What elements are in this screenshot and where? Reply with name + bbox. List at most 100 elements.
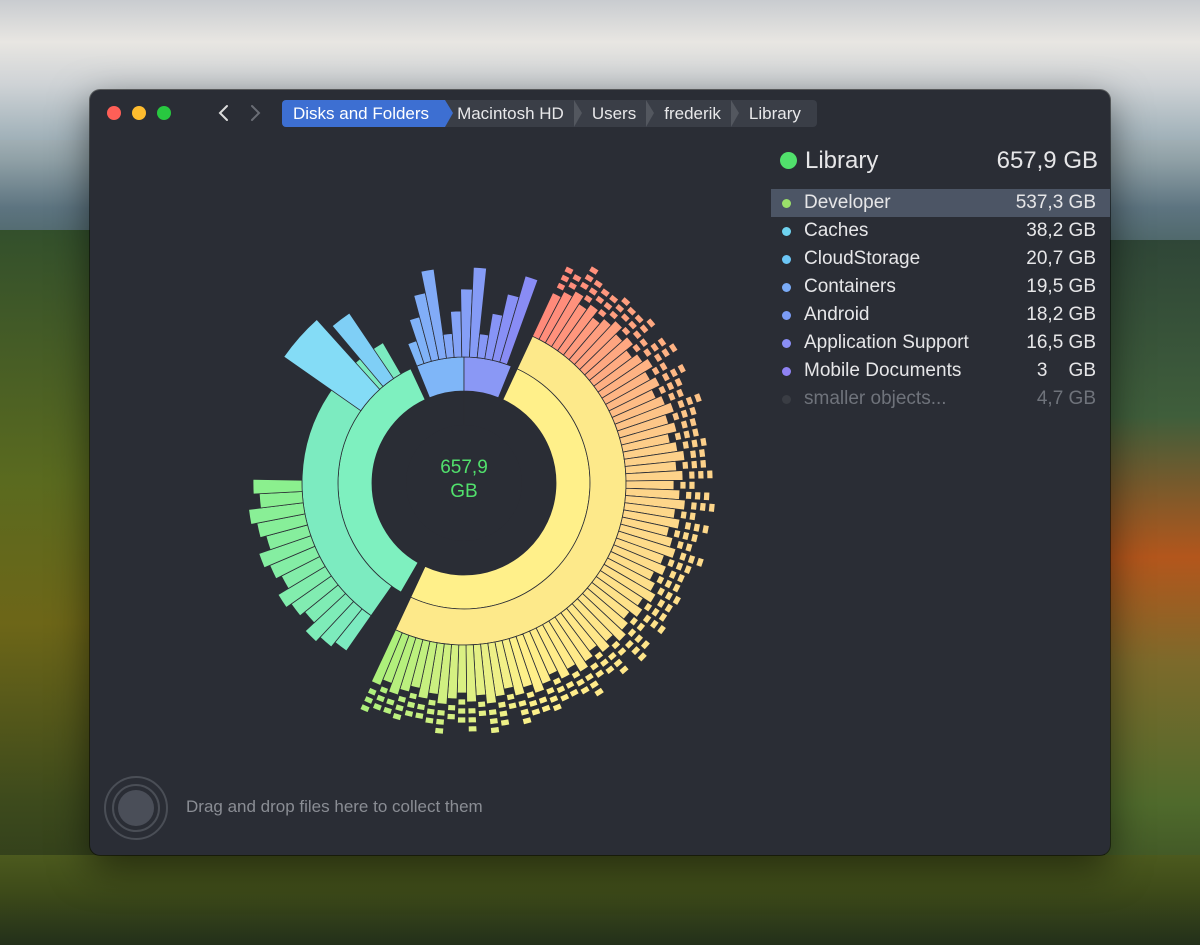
sunburst-leaf[interactable]	[633, 633, 645, 645]
sunburst-leaf[interactable]	[690, 459, 698, 470]
sunburst-leaf[interactable]	[638, 323, 650, 335]
sunburst-leaf[interactable]	[593, 686, 605, 698]
sunburst-leaf[interactable]	[666, 557, 676, 569]
sunburst-leaf[interactable]	[435, 717, 445, 726]
sunburst-leaf[interactable]	[551, 676, 563, 687]
sunburst-leaf[interactable]	[690, 532, 699, 544]
sunburst-leaf[interactable]	[684, 490, 693, 500]
sunburst-leaf[interactable]	[608, 309, 620, 321]
sunburst-leaf[interactable]	[457, 716, 467, 724]
sunburst-leaf[interactable]	[625, 305, 638, 317]
sunburst-leaf[interactable]	[385, 697, 396, 707]
sunburst-leaf[interactable]	[688, 416, 698, 428]
sunburst-leaf[interactable]	[551, 702, 563, 713]
sunburst-leaf[interactable]	[594, 294, 606, 306]
sunburst-leaf[interactable]	[642, 347, 653, 358]
sunburst-leaf[interactable]	[691, 427, 700, 438]
sunburst-leaf[interactable]	[477, 709, 488, 717]
sunburst-leaf[interactable]	[698, 448, 707, 459]
sunburst-leaf[interactable]	[681, 531, 691, 541]
sunburst-leaf[interactable]	[693, 392, 703, 404]
sunburst-leaf[interactable]	[676, 398, 686, 410]
sunburst-leaf[interactable]	[457, 707, 467, 715]
sunburst-leaf[interactable]	[575, 677, 587, 688]
sunburst-leaf[interactable]	[679, 408, 689, 419]
sunburst-leaf[interactable]	[606, 650, 618, 662]
sunburst-leaf[interactable]	[676, 362, 687, 375]
sunburst-leaf[interactable]	[447, 703, 457, 712]
sunburst-leaf[interactable]	[658, 360, 669, 372]
sunburst-leaf[interactable]	[679, 510, 688, 520]
sunburst-leaf[interactable]	[626, 627, 638, 639]
list-item[interactable]: Containers 19,5 GB	[771, 273, 1110, 301]
sunburst-leaf[interactable]	[612, 657, 624, 669]
sunburst-leaf[interactable]	[635, 621, 647, 633]
sunburst-leaf[interactable]	[671, 594, 683, 606]
collector-icon[interactable]	[104, 776, 168, 840]
sunburst-leaf[interactable]	[375, 693, 386, 704]
sunburst-leaf[interactable]	[671, 411, 681, 422]
sunburst-leaf[interactable]	[701, 524, 710, 535]
sunburst-leaf[interactable]	[519, 707, 531, 717]
sunburst-leaf[interactable]	[656, 623, 668, 636]
sunburst-leaf[interactable]	[604, 664, 616, 676]
sunburst-leaf[interactable]	[627, 319, 639, 331]
sunburst-leaf[interactable]	[673, 376, 684, 388]
sunburst-leaf[interactable]	[686, 554, 697, 565]
sunburst-leaf[interactable]	[638, 337, 650, 349]
sunburst-leaf[interactable]	[671, 582, 682, 594]
sunburst-leaf[interactable]	[689, 501, 698, 511]
sunburst-leaf[interactable]	[650, 365, 661, 377]
sunburst-leaf[interactable]	[623, 638, 635, 650]
sunburst-leaf[interactable]	[596, 307, 608, 319]
sunburst-leaf[interactable]	[378, 685, 390, 695]
sunburst-leaf[interactable]	[505, 692, 516, 702]
sunburst-leaf[interactable]	[668, 367, 679, 379]
sunburst-leaf[interactable]	[639, 639, 651, 651]
sunburst-leaf[interactable]	[645, 317, 657, 329]
sunburst-leaf[interactable]	[652, 352, 664, 364]
sunburst-leaf[interactable]	[571, 272, 583, 284]
sunburst-leaf[interactable]	[619, 312, 631, 324]
sunburst-leaf[interactable]	[679, 480, 687, 490]
sunburst-leaf[interactable]	[665, 380, 676, 392]
sunburst-leaf[interactable]	[592, 278, 604, 290]
sunburst-leaf[interactable]	[674, 561, 685, 572]
sunburst-leaf[interactable]	[657, 611, 669, 623]
sunburst-leaf[interactable]	[699, 459, 707, 469]
sunburst-leaf[interactable]	[363, 695, 375, 705]
sunburst-leaf[interactable]	[630, 644, 642, 657]
sunburst-leaf[interactable]	[650, 606, 661, 618]
sunburst-leaf[interactable]	[673, 431, 683, 442]
list-item[interactable]: Mobile Documents 3 GB	[771, 357, 1110, 385]
sunburst-leaf[interactable]	[699, 436, 708, 448]
sunburst-leaf[interactable]	[359, 703, 371, 714]
sunburst-leaf[interactable]	[608, 293, 620, 305]
sunburst-leaf[interactable]	[583, 671, 595, 683]
sunburst-leaf[interactable]	[693, 491, 702, 501]
sunburst-leaf[interactable]	[655, 597, 667, 609]
sunburst-leaf[interactable]	[424, 716, 435, 725]
sunburst-leaf[interactable]	[666, 391, 677, 402]
sunburst-leaf[interactable]	[525, 690, 536, 700]
sunburst-leaf[interactable]	[681, 440, 690, 450]
sunburst-leaf[interactable]	[467, 707, 477, 715]
sunburst-leaf[interactable]	[702, 491, 711, 502]
sunburst-leaf[interactable]	[403, 709, 415, 718]
sunburst-leaf[interactable]	[616, 646, 628, 658]
sunburst-leaf[interactable]	[425, 707, 436, 716]
sunburst-leaf[interactable]	[688, 480, 696, 490]
sunburst-leaf[interactable]	[568, 687, 580, 698]
sunburst-leaf[interactable]	[656, 586, 667, 598]
sunburst-leaf[interactable]	[521, 716, 533, 726]
sunburst-leaf[interactable]	[675, 540, 685, 551]
sunburst-leaf[interactable]	[663, 602, 675, 614]
sunburst-leaf[interactable]	[697, 470, 705, 480]
sunburst-leaf[interactable]	[555, 281, 567, 292]
sunburst-leaf[interactable]	[633, 313, 645, 325]
list-item[interactable]: CloudStorage 20,7 GB	[771, 245, 1110, 273]
sunburst-leaf[interactable]	[457, 698, 467, 706]
sunburst-leaf[interactable]	[648, 618, 660, 630]
list-item[interactable]: Application Support 16,5 GB	[771, 329, 1110, 357]
sunburst-chart[interactable]: 657,9 GB	[90, 90, 750, 770]
